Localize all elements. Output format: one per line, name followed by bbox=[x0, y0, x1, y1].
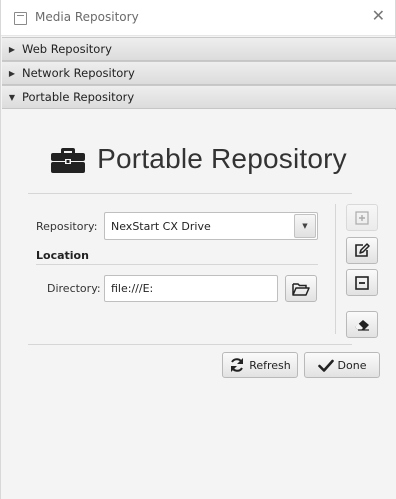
remove-repository-button[interactable] bbox=[346, 269, 378, 296]
directory-label: Directory: bbox=[47, 282, 101, 295]
chevron-down-icon[interactable]: ▼ bbox=[294, 214, 316, 238]
refresh-button[interactable]: Refresh bbox=[222, 352, 298, 378]
edit-icon bbox=[355, 243, 370, 257]
checkmark-icon bbox=[317, 359, 334, 372]
done-button[interactable]: Done bbox=[304, 352, 380, 378]
remove-icon bbox=[355, 275, 369, 290]
repository-select[interactable]: NexStart CX Drive ▼ bbox=[104, 212, 318, 240]
clear-button[interactable] bbox=[346, 311, 378, 338]
vertical-divider bbox=[335, 204, 336, 334]
expand-arrow-icon: ▶ bbox=[8, 44, 16, 54]
refresh-icon bbox=[231, 358, 244, 372]
done-label: Done bbox=[337, 358, 367, 372]
folder-open-icon bbox=[292, 282, 310, 296]
accordion-label: Network Repository bbox=[22, 66, 135, 80]
panel-heading-text: Portable Repository bbox=[97, 143, 347, 174]
accordion-portable-repository[interactable]: ▼ Portable Repository bbox=[2, 85, 396, 109]
window-icon bbox=[14, 12, 27, 25]
media-repository-window: Media Repository ✕ ▶ Web Repository ▶ Ne… bbox=[0, 0, 396, 499]
repository-select-value: NexStart CX Drive bbox=[111, 220, 211, 233]
edit-repository-button[interactable] bbox=[346, 237, 378, 264]
panel-heading: Portable Repository bbox=[2, 143, 396, 175]
eraser-icon bbox=[355, 319, 369, 331]
title-bar: Media Repository ✕ bbox=[1, 0, 395, 36]
accordion-web-repository[interactable]: ▶ Web Repository bbox=[2, 37, 396, 61]
add-icon bbox=[355, 210, 369, 225]
location-heading: Location bbox=[36, 249, 89, 262]
briefcase-icon bbox=[51, 148, 86, 173]
bottom-divider bbox=[28, 344, 352, 345]
close-icon[interactable]: ✕ bbox=[372, 8, 385, 24]
directory-input[interactable]: file:///E: bbox=[104, 275, 278, 302]
accordion-network-repository[interactable]: ▶ Network Repository bbox=[2, 61, 396, 85]
accordion-label: Portable Repository bbox=[22, 90, 135, 104]
window-title: Media Repository bbox=[35, 10, 139, 24]
refresh-label: Refresh bbox=[249, 358, 291, 372]
expand-arrow-icon: ▶ bbox=[8, 68, 16, 78]
portable-repository-panel: Portable Repository Repository: NexStart… bbox=[2, 110, 396, 499]
repository-label: Repository: bbox=[36, 220, 98, 233]
accordion-label: Web Repository bbox=[22, 42, 112, 56]
location-divider bbox=[36, 264, 318, 265]
collapse-arrow-icon: ▼ bbox=[8, 92, 16, 102]
add-repository-button[interactable] bbox=[346, 204, 378, 231]
divider bbox=[28, 193, 352, 194]
browse-folder-button[interactable] bbox=[285, 275, 317, 302]
